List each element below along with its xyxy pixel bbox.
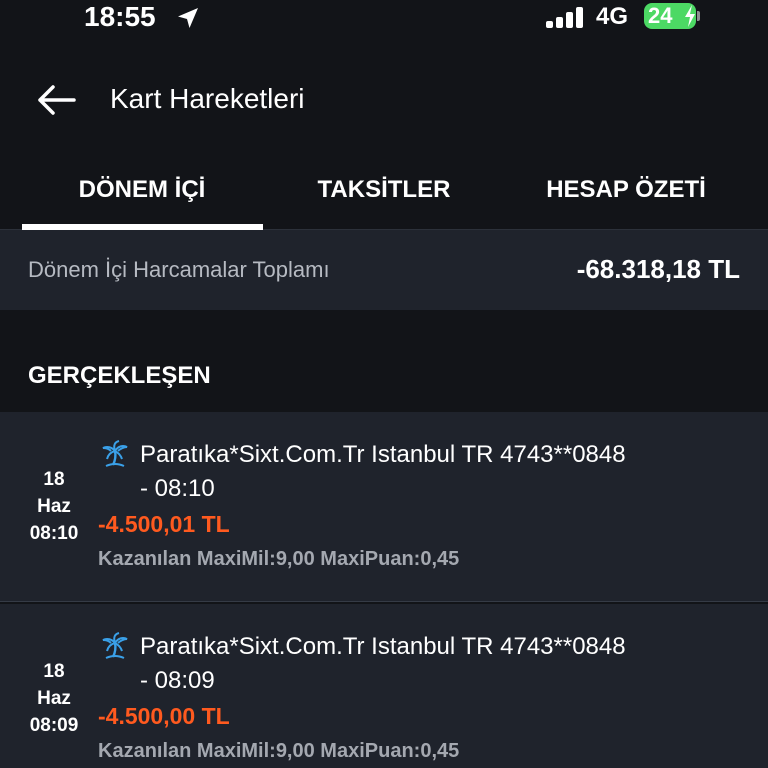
transaction-amount: -4.500,00 TL xyxy=(98,703,230,729)
transaction-time: 08:09 xyxy=(29,715,79,736)
palm-tree-icon xyxy=(102,440,128,467)
transaction-day: 18 xyxy=(43,469,65,490)
palm-tree-icon xyxy=(102,632,128,659)
battery-cap xyxy=(697,11,700,21)
transaction-row[interactable]: 18 Haz 08:09 Paratıka*Sixt.Com.Tr Istanb… xyxy=(0,604,768,768)
battery-level: 24 xyxy=(648,3,673,28)
period-summary: Dönem İçi Harcamalar Toplamı -68.318,18 … xyxy=(0,230,768,310)
transaction-time: 08:10 xyxy=(29,523,79,544)
tab-bar: DÖNEM İÇİ TAKSİTLER HESAP ÖZETİ xyxy=(0,150,768,230)
status-bar: 18:55 4G 24 xyxy=(0,0,768,40)
charging-bolt-icon xyxy=(685,5,695,27)
transaction-rewards: Kazanılan MaxiMil:9,00 MaxiPuan:0,45 xyxy=(98,548,460,570)
transaction-row[interactable]: 18 Haz 08:10 Paratıka*Sixt.Com.Tr Istanb… xyxy=(0,412,768,602)
transaction-rewards: Kazanılan MaxiMil:9,00 MaxiPuan:0,45 xyxy=(98,740,460,762)
arrow-left-icon xyxy=(38,85,76,115)
cellular-signal-icon xyxy=(546,6,584,28)
merchant-line-2: - 08:10 xyxy=(140,475,215,502)
transaction-amount: -4.500,01 TL xyxy=(98,511,230,537)
transaction-date: 18 Haz 08:10 xyxy=(20,466,88,547)
transaction-day: 18 xyxy=(43,661,65,682)
page-title: Kart Hareketleri xyxy=(110,83,305,114)
status-time: 18:55 xyxy=(84,0,156,34)
summary-label: Dönem İçi Harcamalar Toplamı xyxy=(28,257,330,282)
network-type-label: 4G xyxy=(596,3,629,30)
status-time-text: 18:55 xyxy=(84,1,156,32)
back-button[interactable] xyxy=(34,80,78,120)
transaction-merchant: Paratıka*Sixt.Com.Tr Istanbul TR 4743**0… xyxy=(140,630,740,698)
transaction-merchant: Paratıka*Sixt.Com.Tr Istanbul TR 4743**0… xyxy=(140,438,740,506)
app-header: Kart Hareketleri xyxy=(0,60,768,140)
tab-donem-ici[interactable]: DÖNEM İÇİ xyxy=(21,150,263,230)
tab-hesap-ozeti[interactable]: HESAP ÖZETİ xyxy=(505,150,747,230)
battery-icon: 24 xyxy=(644,3,700,29)
location-arrow-icon xyxy=(178,8,198,28)
transaction-month: Haz xyxy=(37,496,71,517)
merchant-line-2: - 08:09 xyxy=(140,667,215,694)
merchant-line-1: Paratıka*Sixt.Com.Tr Istanbul TR 4743**0… xyxy=(140,441,626,468)
merchant-line-1: Paratıka*Sixt.Com.Tr Istanbul TR 4743**0… xyxy=(140,633,626,660)
section-title: GERÇEKLEŞEN xyxy=(28,362,211,389)
summary-total: -68.318,18 TL xyxy=(576,254,740,284)
transaction-date: 18 Haz 08:09 xyxy=(20,658,88,739)
tab-taksitler[interactable]: TAKSİTLER xyxy=(263,150,505,230)
transaction-month: Haz xyxy=(37,688,71,709)
